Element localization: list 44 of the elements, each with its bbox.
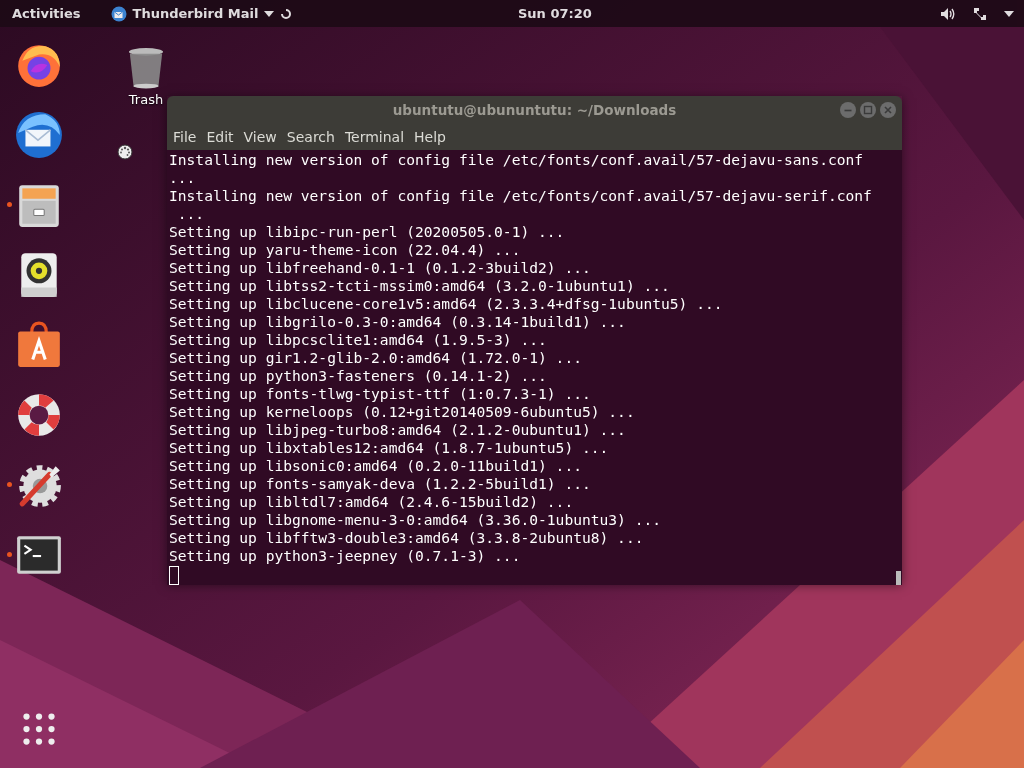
- output-line: Setting up libltdl7:amd64 (2.4.6-15build2) ...: [169, 493, 575, 511]
- window-title: ubuntutu@ubununtutu: ~/Downloads: [392, 102, 677, 118]
- output-line: Setting up fonts-tlwg-typist-ttf (1:0.7.3-1) ...: [169, 385, 592, 403]
- menu-item[interactable]: File: [173, 129, 203, 145]
- clock[interactable]: Sun 07:20: [518, 6, 592, 21]
- output-line: Setting up libjpeg-turbo8:amd64 (2.1.2-0ubuntu1) ...: [169, 421, 627, 439]
- caret-icon[interactable]: [1004, 9, 1014, 18]
- output-line: Setting up libclucene-core1v5:amd64 (2.3.3.4+dfsg-1ubuntu5) ...: [169, 295, 724, 313]
- output-line: Setting up fonts-samyak-deva (1.2.2-5build1) ...: [169, 475, 592, 493]
- output-line: Setting up python3-jeepney (0.7.1-3) ...: [169, 547, 522, 565]
- spinner-icon[interactable]: [280, 7, 293, 20]
- desktop-icon-label[interactable]: Trash: [128, 92, 164, 107]
- menu-item[interactable]: Edit: [206, 129, 240, 145]
- network-icon[interactable]: [972, 5, 988, 22]
- output-line: Setting up libgnome-menu-3-0:amd64 (3.36.0-1ubuntu3) ...: [169, 511, 663, 529]
- caret-icon[interactable]: [264, 9, 275, 18]
- app-menu[interactable]: Thunderbird Mail: [110, 5, 293, 22]
- trash-can-icon[interactable]: [127, 46, 165, 90]
- output-line: Setting up libtss2-tcti-mssim0:amd64 (3.2.0-1ubuntu1) ...: [169, 277, 671, 295]
- scrollbar-thumb[interactable]: [896, 571, 901, 585]
- busy-cursor-icon: [117, 144, 133, 160]
- output-line: Setting up libgrilo-0.3-0:amd64 (0.3.14-1build1) ...: [169, 313, 627, 331]
- output-line: ...: [169, 169, 197, 187]
- mail-app-icon[interactable]: [110, 5, 127, 22]
- output-line: Setting up yaru-theme-icon (22.04.4) ...: [169, 241, 522, 259]
- output-line: Setting up libpcsclite1:amd64 (1.9.5-3) ...: [169, 331, 548, 349]
- output-line: Installing new version of config file /etc/fonts/conf.avail/57-dejavu-serif.conf: [169, 187, 873, 205]
- menu-item[interactable]: Terminal: [344, 129, 411, 145]
- output-line: Installing new version of config file /etc/fonts/conf.avail/57-dejavu-sans.conf: [169, 151, 865, 169]
- menu-item[interactable]: Help: [414, 129, 452, 145]
- output-line: Setting up libfftw3-double3:amd64 (3.3.8-2ubuntu8) ...: [169, 529, 645, 547]
- output-line: Setting up libfreehand-0.1-1 (0.1.2-3build2) ...: [169, 259, 592, 277]
- output-line: Setting up libsonic0:amd64 (0.2.0-11build1) ...: [169, 457, 583, 475]
- output-line: Setting up libxtables12:amd64 (1.8.7-1ubuntu5) ...: [169, 439, 610, 457]
- text-cursor: [169, 566, 179, 585]
- output-line: Setting up libipc-run-perl (20200505.0-1) ...: [169, 223, 566, 241]
- output-line: Setting up kerneloops (0.12+git20140509-6ubuntu5) ...: [169, 403, 636, 421]
- output-line: Setting up gir1.2-glib-2.0:amd64 (1.72.0-1) ...: [169, 349, 583, 367]
- mail-icon[interactable]: [14, 110, 64, 160]
- output-line: Setting up python3-fasteners (0.14.1-2) ...: [169, 367, 548, 385]
- menu-item[interactable]: View: [243, 129, 283, 145]
- activities-button[interactable]: Activities: [12, 6, 81, 21]
- menu-item[interactable]: Search: [286, 129, 341, 145]
- output-line: ...: [176, 205, 206, 223]
